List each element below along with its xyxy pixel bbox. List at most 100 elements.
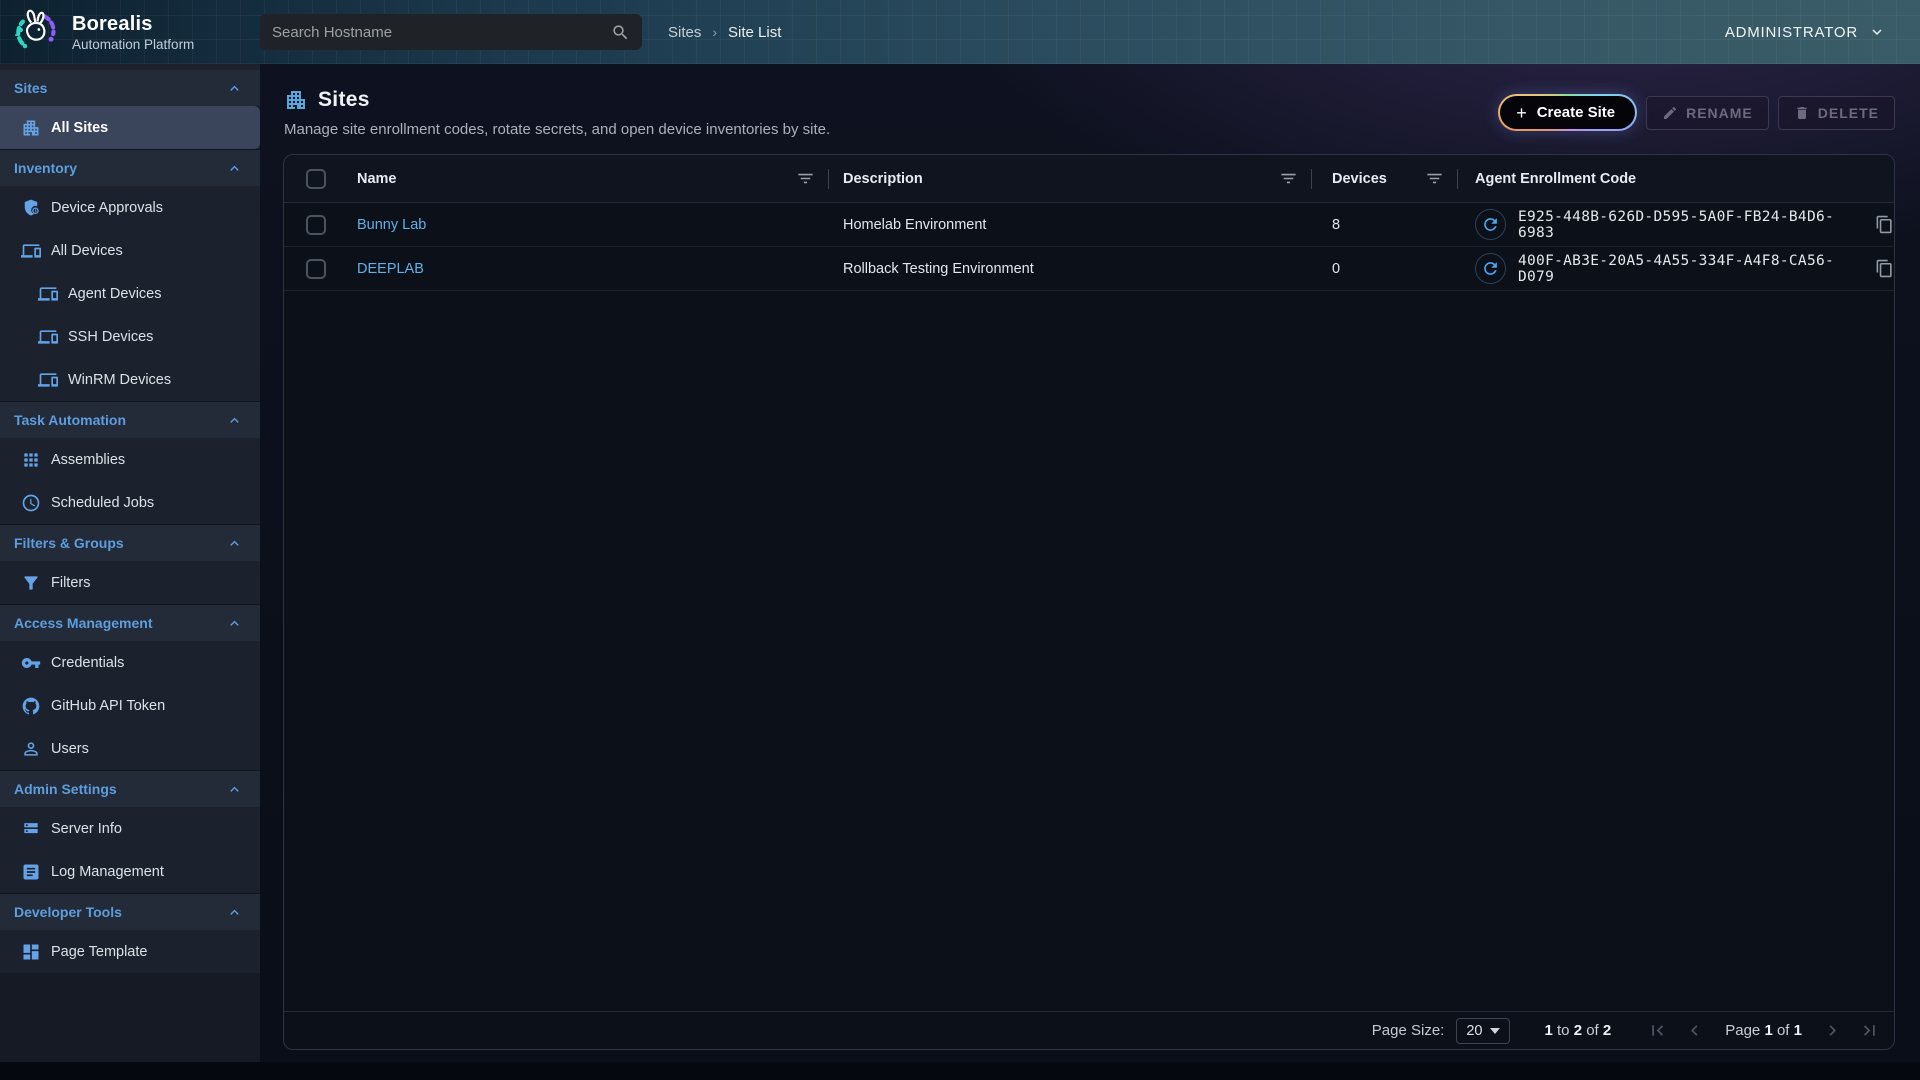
sidebar-item-credentials[interactable]: Credentials bbox=[0, 641, 260, 684]
log-file-icon bbox=[21, 862, 41, 882]
first-page-icon bbox=[1647, 1020, 1668, 1041]
chevron-up-icon bbox=[226, 904, 243, 921]
devices-icon bbox=[21, 241, 41, 261]
column-header-name: Name bbox=[357, 171, 397, 187]
search-icon[interactable] bbox=[611, 23, 630, 42]
row-checkbox[interactable] bbox=[306, 259, 326, 279]
sidebar-nav: Sites All Sites Inventory Device Approva… bbox=[0, 64, 260, 973]
column-header-description: Description bbox=[843, 171, 923, 187]
key-icon bbox=[21, 653, 41, 673]
apps-grid-icon bbox=[21, 450, 41, 470]
section-filters-groups: Filters & Groups Filters bbox=[0, 524, 260, 604]
last-page-button[interactable] bbox=[1859, 1020, 1880, 1041]
sidebar-item-users[interactable]: Users bbox=[0, 727, 260, 770]
devices-icon bbox=[38, 284, 58, 304]
sidebar-item-assemblies[interactable]: Assemblies bbox=[0, 438, 260, 481]
table-row: Bunny Lab Homelab Environment 8 E925-448… bbox=[284, 203, 1894, 247]
sidebar-item-all-devices[interactable]: All Devices bbox=[0, 229, 260, 272]
enrollment-code: 400F-AB3E-20A5-4A55-334F-A4F8-CA56-D079 bbox=[1518, 253, 1862, 285]
devices-icon bbox=[38, 370, 58, 390]
table-empty-area bbox=[284, 291, 1894, 1011]
site-description: Rollback Testing Environment bbox=[843, 261, 1034, 277]
search-input[interactable] bbox=[272, 24, 611, 41]
section-header-developer-tools[interactable]: Developer Tools bbox=[0, 894, 260, 930]
delete-button[interactable]: DELETE bbox=[1778, 96, 1895, 130]
section-header-admin-settings[interactable]: Admin Settings bbox=[0, 771, 260, 807]
plus-icon: + bbox=[1516, 106, 1527, 120]
server-icon bbox=[21, 819, 41, 839]
section-header-filters-groups[interactable]: Filters & Groups bbox=[0, 525, 260, 561]
chevron-up-icon bbox=[226, 160, 243, 177]
hostname-search[interactable] bbox=[260, 14, 642, 50]
section-header-access-management[interactable]: Access Management bbox=[0, 605, 260, 641]
sidebar-item-all-sites[interactable]: All Sites bbox=[0, 106, 260, 149]
borealis-rabbit-logo bbox=[12, 7, 62, 57]
section-sites: Sites All Sites bbox=[0, 70, 260, 149]
person-icon bbox=[21, 739, 41, 759]
main-content: Sites Manage site enrollment codes, rota… bbox=[260, 64, 1920, 1080]
shield-approval-icon bbox=[21, 198, 41, 218]
app-window: Borealis Automation Platform Sites › Sit… bbox=[0, 0, 1920, 1080]
brand-name: Borealis bbox=[72, 13, 194, 36]
pencil-icon bbox=[1662, 105, 1678, 121]
page-indicator: Page 1 of 1 bbox=[1725, 1022, 1802, 1039]
pagination-bar: Page Size: 20 1 to 2 of 2 bbox=[284, 1011, 1894, 1049]
chevron-down-icon bbox=[1868, 23, 1886, 41]
copy-code-button[interactable] bbox=[1875, 259, 1894, 278]
sidebar-item-scheduled-jobs[interactable]: Scheduled Jobs bbox=[0, 481, 260, 524]
chevron-up-icon bbox=[226, 412, 243, 429]
github-icon bbox=[21, 696, 41, 716]
copy-code-button[interactable] bbox=[1875, 215, 1894, 234]
previous-page-button[interactable] bbox=[1684, 1020, 1705, 1041]
enrollment-code: E925-448B-626D-D595-5A0F-FB24-B4D6-6983 bbox=[1518, 209, 1862, 241]
sidebar-item-winrm-devices[interactable]: WinRM Devices bbox=[0, 358, 260, 401]
row-checkbox[interactable] bbox=[306, 215, 326, 235]
page-size-select[interactable]: 20 bbox=[1456, 1018, 1510, 1044]
section-header-task-automation[interactable]: Task Automation bbox=[0, 402, 260, 438]
section-header-inventory[interactable]: Inventory bbox=[0, 150, 260, 186]
sidebar-item-ssh-devices[interactable]: SSH Devices bbox=[0, 315, 260, 358]
sidebar-item-log-management[interactable]: Log Management bbox=[0, 850, 260, 893]
sites-table: Name Description Devices Agent Enrollmen… bbox=[283, 154, 1895, 1050]
rename-button[interactable]: RENAME bbox=[1646, 96, 1769, 130]
table-row: DEEPLAB Rollback Testing Environment 0 4… bbox=[284, 247, 1894, 291]
building-icon bbox=[284, 88, 308, 112]
breadcrumb-site-list: Site List bbox=[728, 24, 781, 41]
sidebar-item-agent-devices[interactable]: Agent Devices bbox=[0, 272, 260, 315]
sidebar-item-filters[interactable]: Filters bbox=[0, 561, 260, 604]
breadcrumb-separator: › bbox=[712, 24, 717, 40]
section-developer-tools: Developer Tools Page Template bbox=[0, 893, 260, 973]
site-name-link[interactable]: DEEPLAB bbox=[357, 261, 424, 277]
chevron-up-icon bbox=[226, 615, 243, 632]
next-page-button[interactable] bbox=[1822, 1020, 1843, 1041]
site-name-link[interactable]: Bunny Lab bbox=[357, 217, 426, 233]
sidebar-item-device-approvals[interactable]: Device Approvals bbox=[0, 186, 260, 229]
create-site-button[interactable]: + Create Site bbox=[1498, 94, 1637, 131]
clock-icon bbox=[21, 493, 41, 513]
sidebar-item-github-api-token[interactable]: GitHub API Token bbox=[0, 684, 260, 727]
funnel-icon bbox=[21, 573, 41, 593]
page-size-label: Page Size: bbox=[1372, 1022, 1445, 1039]
rotate-code-button[interactable] bbox=[1475, 209, 1506, 240]
filter-list-icon[interactable] bbox=[1425, 169, 1444, 188]
sidebar-item-server-info[interactable]: Server Info bbox=[0, 807, 260, 850]
copy-icon bbox=[1875, 259, 1894, 278]
section-header-sites[interactable]: Sites bbox=[0, 70, 260, 106]
window-bottom-strip bbox=[0, 1062, 1920, 1080]
column-header-devices: Devices bbox=[1332, 171, 1387, 187]
rotate-code-button[interactable] bbox=[1475, 253, 1506, 284]
chevron-up-icon bbox=[226, 80, 243, 97]
filter-list-icon[interactable] bbox=[796, 169, 815, 188]
chevron-up-icon bbox=[226, 781, 243, 798]
sidebar-item-page-template[interactable]: Page Template bbox=[0, 930, 260, 973]
breadcrumb-sites[interactable]: Sites bbox=[668, 24, 701, 41]
first-page-button[interactable] bbox=[1647, 1020, 1668, 1041]
row-range-label: 1 to 2 of 2 bbox=[1544, 1022, 1611, 1039]
brand-logo-block: Borealis Automation Platform bbox=[0, 7, 260, 57]
select-all-checkbox[interactable] bbox=[306, 169, 326, 189]
refresh-icon bbox=[1481, 259, 1500, 278]
filter-list-icon[interactable] bbox=[1279, 169, 1298, 188]
refresh-icon bbox=[1481, 215, 1500, 234]
chevron-up-icon bbox=[226, 535, 243, 552]
user-menu[interactable]: ADMINISTRATOR bbox=[1725, 23, 1886, 41]
